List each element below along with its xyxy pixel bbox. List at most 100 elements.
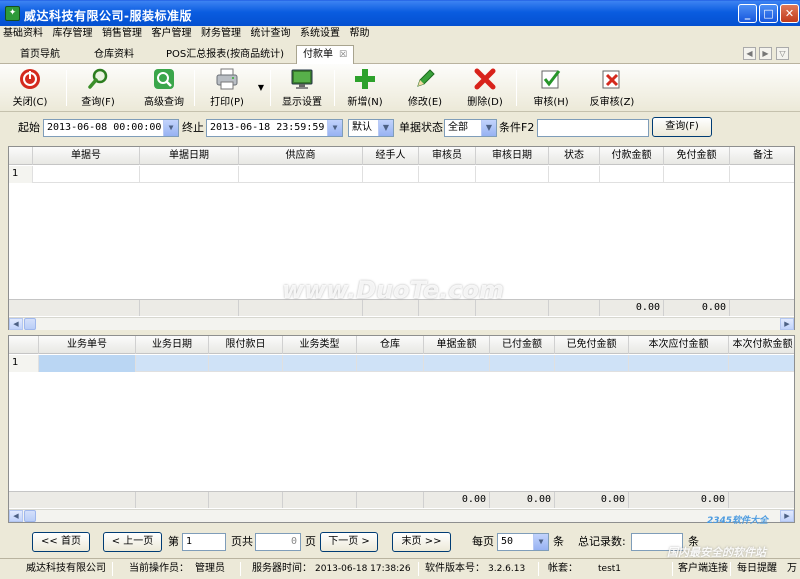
start-date-field[interactable]: 2013-06-08 00:00:00 ▼: [43, 119, 179, 137]
detail-grid-footer: 0.00 0.00 0.00 0.00: [9, 491, 794, 508]
page-label: 第: [168, 535, 179, 548]
tab-scroll-left-icon[interactable]: ◀: [743, 47, 756, 60]
col-pay-now-amount[interactable]: 本次付款金额: [729, 336, 796, 354]
corner-brand-watermark: 2345软件大全: [707, 516, 769, 526]
end-date-value: 2013-06-18 23:59:59: [210, 122, 325, 133]
print-button[interactable]: 打印(P): [203, 66, 251, 110]
end-date-dropdown-icon[interactable]: ▼: [327, 120, 342, 136]
approve-button[interactable]: 审核(H): [526, 66, 576, 110]
col-paid-amount[interactable]: 已付金额: [490, 336, 555, 354]
unapprove-button-label: 反审核(Z): [589, 97, 635, 108]
tab-warehouse[interactable]: 仓库资料: [88, 46, 140, 64]
scroll-right-icon[interactable]: ▶: [780, 510, 794, 522]
display-settings-button[interactable]: 显示设置: [278, 66, 326, 110]
per-page-select[interactable]: 50 ▼: [497, 533, 549, 551]
delete-button-label: 删除(D): [467, 97, 503, 108]
page-number-input[interactable]: 1: [182, 533, 226, 551]
table-row[interactable]: 1: [9, 355, 794, 372]
col-doc-no[interactable]: 单据号: [33, 147, 140, 165]
scroll-left-icon[interactable]: ◀: [9, 510, 23, 522]
approve-check-icon: [541, 70, 561, 89]
col-supplier[interactable]: 供应商: [239, 147, 363, 165]
tab-home-nav[interactable]: 首页导航: [14, 46, 66, 64]
tab-close-icon[interactable]: ☒: [339, 47, 347, 64]
menu-help[interactable]: 帮助: [347, 26, 373, 41]
prev-page-button[interactable]: < 上一页: [103, 532, 162, 552]
menu-basic-data[interactable]: 基础资料: [0, 26, 46, 41]
scroll-thumb[interactable]: [24, 318, 36, 330]
tab-payment[interactable]: 付款单 ☒: [296, 45, 355, 65]
col-pay-amount[interactable]: 付款金额: [600, 147, 664, 165]
delete-button[interactable]: 删除(D): [462, 66, 508, 110]
add-button[interactable]: 新增(N): [342, 66, 388, 110]
condition-label: 条件F2: [499, 121, 535, 134]
menu-settings[interactable]: 系统设置: [297, 26, 343, 41]
col-payment-deadline[interactable]: 限付款日: [209, 336, 283, 354]
col-due-amount[interactable]: 本次应付金额: [629, 336, 729, 354]
col-warehouse[interactable]: 仓库: [357, 336, 424, 354]
col-business-date[interactable]: 业务日期: [136, 336, 209, 354]
col-remark[interactable]: 备注: [730, 147, 796, 165]
filter-query-button[interactable]: 查询(F): [652, 117, 712, 137]
footer-free-amount: 0.00: [664, 300, 730, 316]
tab-scroll-right-icon[interactable]: ▶: [759, 47, 772, 60]
first-page-button[interactable]: << 首页: [32, 532, 90, 552]
advanced-query-button[interactable]: 高级查询: [138, 66, 190, 110]
col-auditor[interactable]: 审核员: [419, 147, 476, 165]
sort-select[interactable]: 默认 ▼: [348, 119, 394, 137]
page-suffix: 页: [305, 535, 316, 548]
minimize-button[interactable]: _: [738, 4, 757, 23]
per-page-label: 每页: [472, 535, 494, 548]
status-dropdown-icon[interactable]: ▼: [481, 120, 496, 136]
modify-button[interactable]: 修改(E): [402, 66, 448, 110]
sort-dropdown-icon[interactable]: ▼: [378, 120, 393, 136]
col-doc-amount[interactable]: 单据金额: [424, 336, 490, 354]
status-extra: 万: [787, 563, 797, 574]
title-bar: ✦ 威达科技有限公司-服装标准版 _ □ ✕: [0, 0, 800, 26]
col-audit-date[interactable]: 审核日期: [476, 147, 549, 165]
scroll-thumb[interactable]: [24, 510, 36, 522]
upper-horizontal-scrollbar[interactable]: ◀ ▶: [9, 317, 794, 330]
col-free-paid-amount[interactable]: 已免付金额: [555, 336, 629, 354]
unapprove-x-icon: [602, 70, 620, 89]
menu-sales[interactable]: 销售管理: [99, 26, 145, 41]
col-status[interactable]: 状态: [549, 147, 600, 165]
end-date-field[interactable]: 2013-06-18 23:59:59 ▼: [206, 119, 343, 137]
query-button[interactable]: 查询(F): [74, 66, 122, 110]
add-button-label: 新增(N): [347, 97, 383, 108]
close-window-button[interactable]: ✕: [780, 4, 799, 23]
scroll-right-icon[interactable]: ▶: [780, 318, 794, 330]
corner-slogan-watermark: 国内最安全的软件站: [667, 546, 766, 559]
status-account-label: 帐套：: [548, 563, 578, 574]
status-server-time-label: 服务器时间：: [252, 563, 312, 574]
col-business-type[interactable]: 业务类型: [283, 336, 357, 354]
menu-finance[interactable]: 财务管理: [198, 26, 244, 41]
condition-input[interactable]: [537, 119, 649, 137]
col-handler[interactable]: 经手人: [363, 147, 419, 165]
last-page-button[interactable]: 末页 >>: [392, 532, 451, 552]
status-select[interactable]: 全部 ▼: [444, 119, 497, 137]
power-icon: [20, 69, 40, 89]
tab-list-icon[interactable]: ▽: [776, 47, 789, 60]
print-dropdown-icon[interactable]: ▼: [255, 66, 267, 110]
next-page-button[interactable]: 下一页 >: [320, 532, 378, 552]
start-label: 起始: [18, 121, 40, 134]
menu-statistics[interactable]: 统计查询: [248, 26, 294, 41]
status-daily-reminder[interactable]: 每日提醒: [737, 562, 777, 576]
duote-watermark: www.DuoTe.com: [282, 276, 504, 304]
col-doc-date[interactable]: 单据日期: [140, 147, 239, 165]
per-page-dropdown-icon[interactable]: ▼: [533, 534, 548, 550]
unapprove-button[interactable]: 反审核(Z): [584, 66, 640, 110]
col-business-no[interactable]: 业务单号: [39, 336, 136, 354]
scroll-left-icon[interactable]: ◀: [9, 318, 23, 330]
maximize-button[interactable]: □: [759, 4, 778, 23]
table-row[interactable]: 1: [9, 166, 794, 183]
tab-pos-report[interactable]: POS汇总报表(按商品统计): [160, 46, 290, 64]
footer-pay-amount: 0.00: [600, 300, 664, 316]
menu-customer[interactable]: 客户管理: [149, 26, 195, 41]
start-date-dropdown-icon[interactable]: ▼: [163, 120, 178, 136]
col-free-amount[interactable]: 免付金额: [664, 147, 730, 165]
lower-horizontal-scrollbar[interactable]: ◀ ▶: [9, 509, 794, 522]
menu-inventory[interactable]: 库存管理: [50, 26, 96, 41]
close-button[interactable]: 关闭(C): [8, 66, 52, 110]
